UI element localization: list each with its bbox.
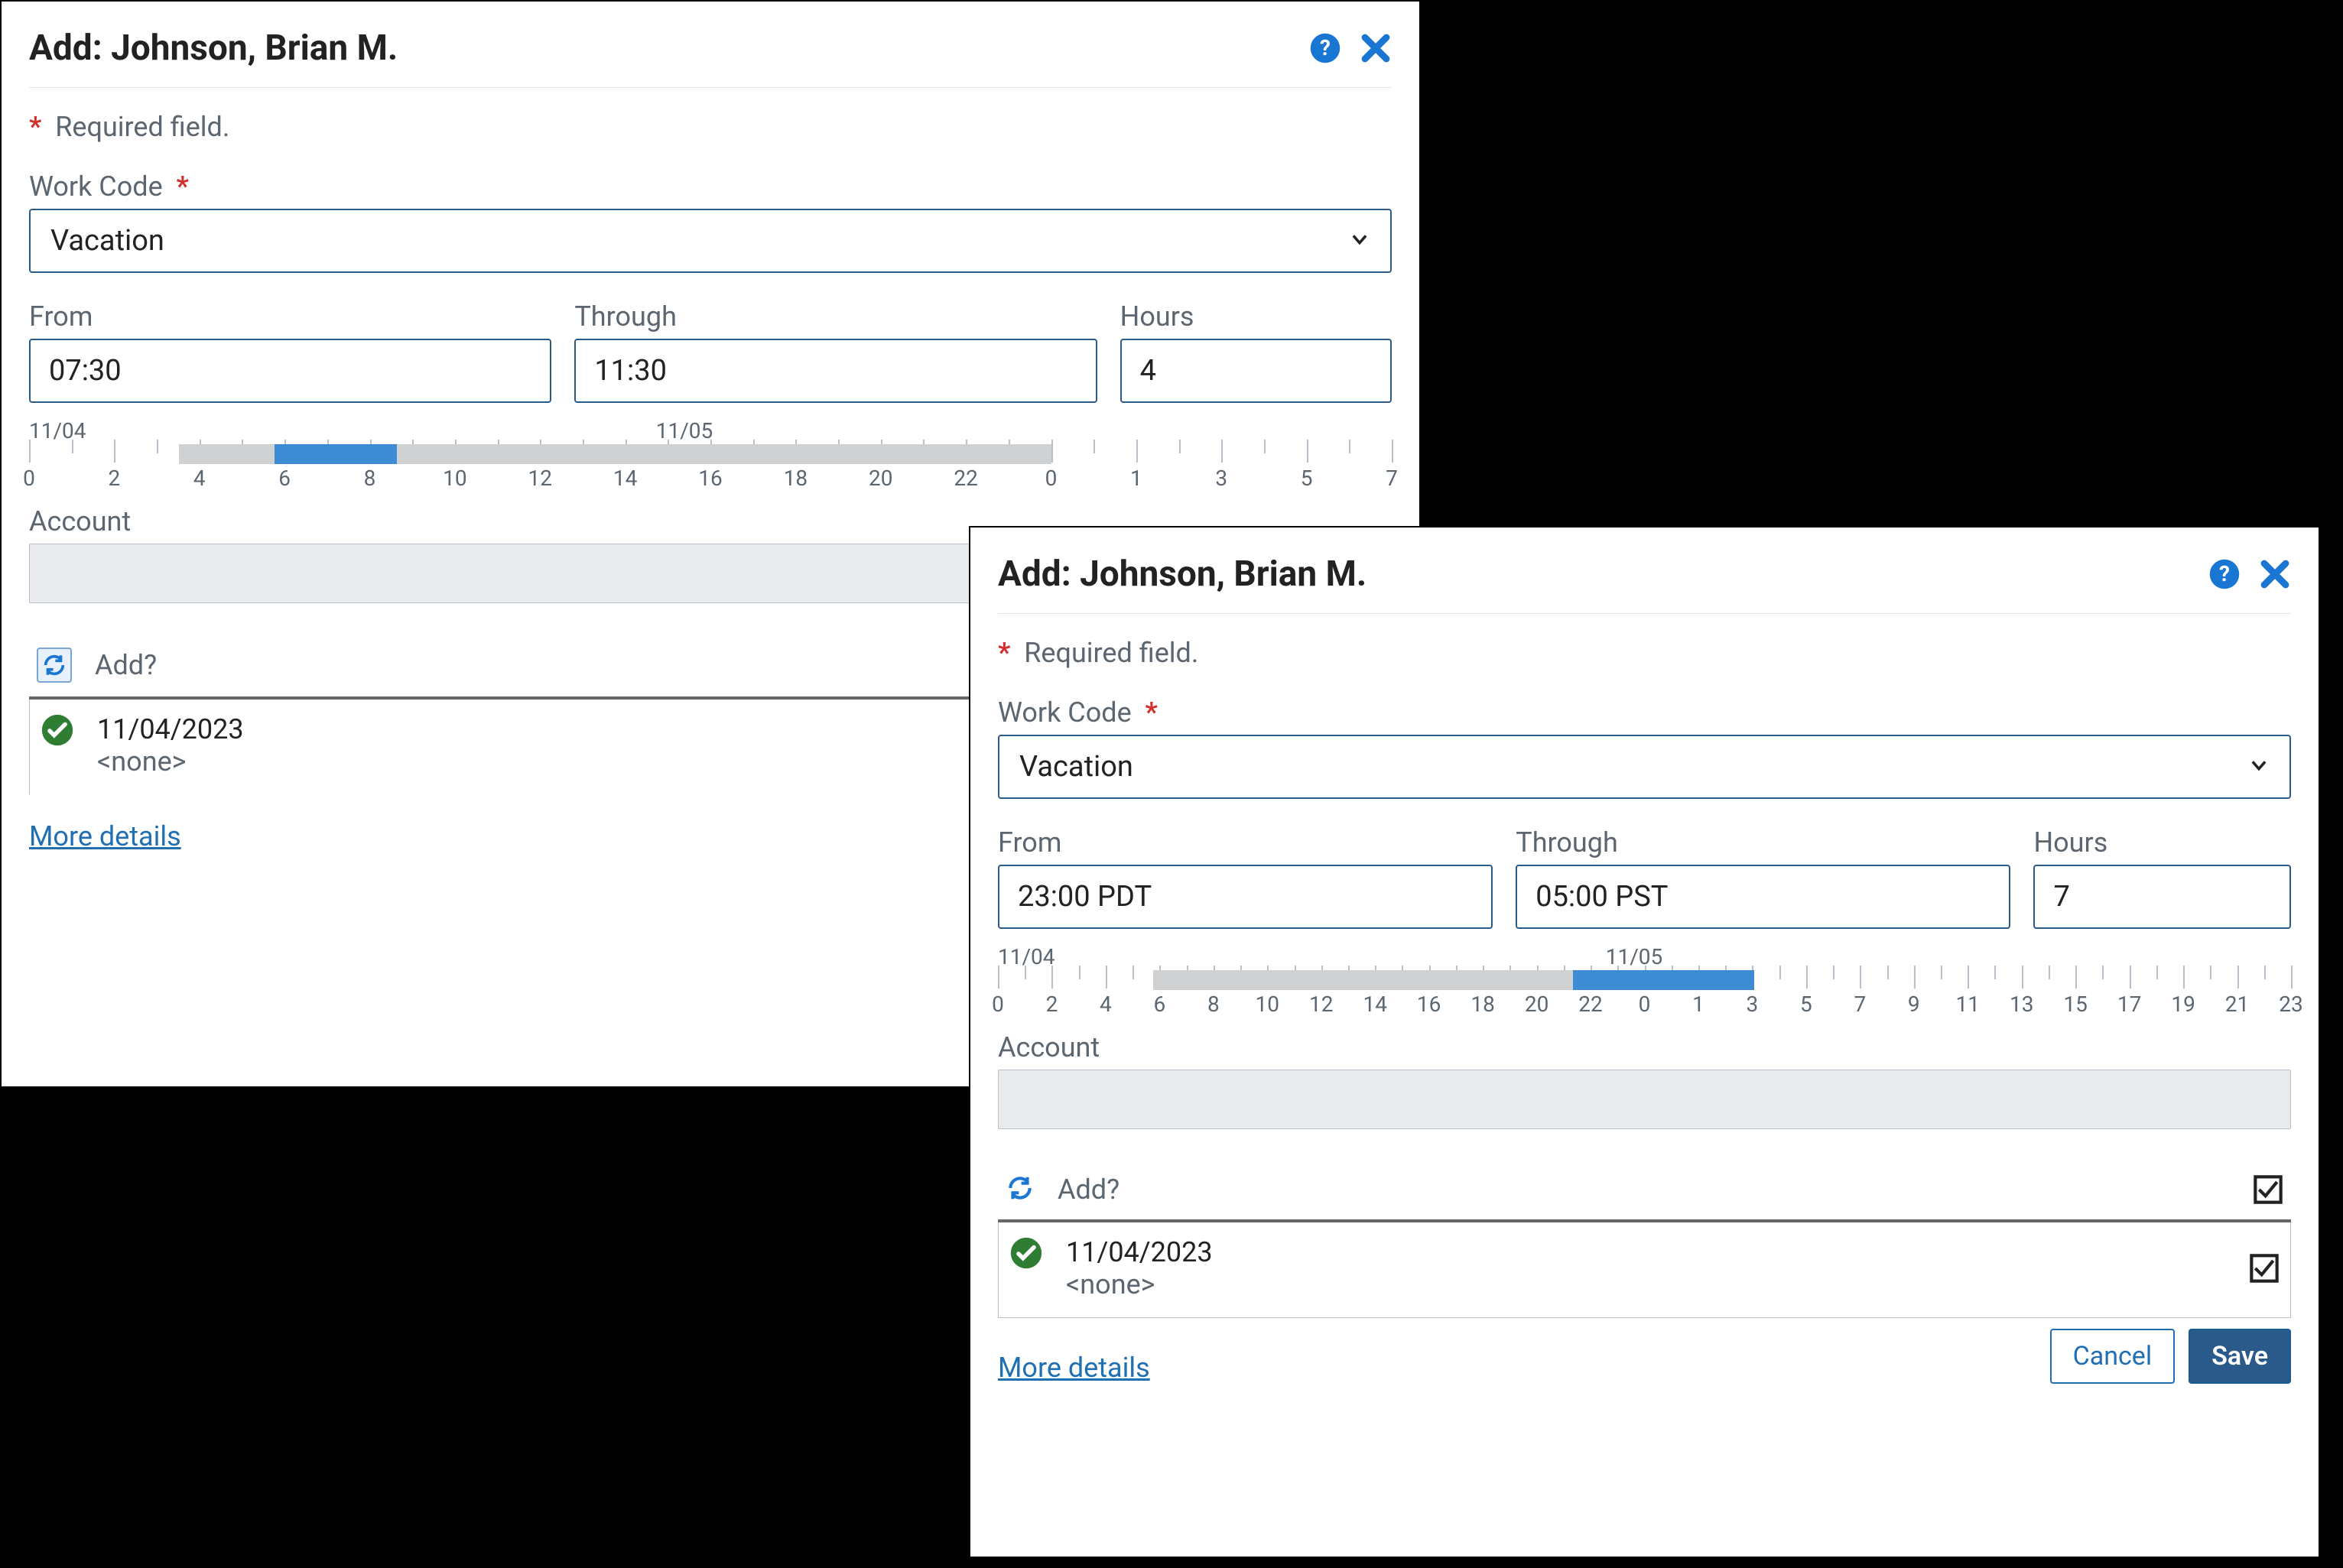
dialog-header: Add: Johnson, Brian M. ? bbox=[29, 20, 1392, 88]
select-all-checkbox[interactable] bbox=[2253, 1174, 2283, 1205]
chevron-down-icon bbox=[2248, 750, 2270, 784]
add-row-detail: <none> bbox=[97, 745, 244, 778]
from-input[interactable]: 07:30 bbox=[29, 339, 551, 403]
svg-text:?: ? bbox=[1320, 35, 1331, 60]
work-code-label: Work Code * bbox=[998, 696, 2291, 729]
through-input[interactable]: 11:30 bbox=[574, 339, 1097, 403]
work-code-value: Vacation bbox=[50, 224, 164, 258]
dialog-title: Add: Johnson, Brian M. bbox=[998, 554, 1366, 595]
work-code-select[interactable]: Vacation bbox=[998, 735, 2291, 799]
work-code-label: Work Code * bbox=[29, 170, 1392, 203]
add-row-date: 11/04/2023 bbox=[1066, 1236, 1213, 1268]
account-label: Account bbox=[998, 1031, 2291, 1063]
save-button[interactable]: Save bbox=[2189, 1329, 2291, 1384]
add-row-detail: <none> bbox=[1066, 1268, 1213, 1300]
required-note: * Required field. bbox=[29, 111, 1392, 143]
check-circle-icon bbox=[41, 713, 74, 750]
required-note: * Required field. bbox=[998, 637, 2291, 669]
refresh-icon[interactable] bbox=[1006, 1174, 1035, 1206]
dialog-title: Add: Johnson, Brian M. bbox=[29, 28, 398, 69]
close-icon[interactable] bbox=[1360, 32, 1392, 64]
help-icon[interactable]: ? bbox=[1309, 32, 1341, 64]
add-list-header-label: Add? bbox=[1058, 1174, 1120, 1206]
through-input[interactable]: 05:00 PST bbox=[1516, 865, 2010, 929]
hours-input[interactable]: 7 bbox=[2033, 865, 2291, 929]
work-code-select[interactable]: Vacation bbox=[29, 209, 1392, 273]
through-label: Through bbox=[574, 300, 1097, 333]
chevron-down-icon bbox=[1349, 224, 1370, 258]
through-label: Through bbox=[1516, 826, 2010, 859]
more-details-link[interactable]: More details bbox=[998, 1352, 1150, 1384]
from-label: From bbox=[998, 826, 1493, 859]
from-input[interactable]: 23:00 PDT bbox=[998, 865, 1493, 929]
svg-text:?: ? bbox=[2219, 561, 2230, 586]
close-icon[interactable] bbox=[2259, 558, 2291, 590]
hours-label: Hours bbox=[1120, 300, 1392, 333]
add-list-row: 11/04/2023 <none> bbox=[998, 1222, 2291, 1318]
add-row-date: 11/04/2023 bbox=[97, 713, 244, 745]
more-details-link[interactable]: More details bbox=[29, 820, 181, 852]
add-list-header-label: Add? bbox=[95, 649, 157, 681]
from-label: From bbox=[29, 300, 551, 333]
cancel-button[interactable]: Cancel bbox=[2050, 1329, 2176, 1384]
row-checkbox[interactable] bbox=[2249, 1253, 2280, 1284]
work-code-value: Vacation bbox=[1019, 750, 1133, 784]
add-list-header: Add? bbox=[998, 1160, 2291, 1222]
timeline[interactable]: 11/04 11/05 024681012141618202201357 bbox=[29, 418, 1392, 502]
dialog-add-b: Add: Johnson, Brian M. ? * Required fiel… bbox=[969, 526, 2320, 1558]
dialog-header: Add: Johnson, Brian M. ? bbox=[998, 546, 2291, 614]
refresh-icon[interactable] bbox=[37, 648, 72, 683]
hours-input[interactable]: 4 bbox=[1120, 339, 1392, 403]
help-icon[interactable]: ? bbox=[2208, 558, 2241, 590]
timeline[interactable]: 11/04 11/05 0246810121416182022013579111… bbox=[998, 944, 2291, 1028]
check-circle-icon bbox=[1009, 1236, 1043, 1273]
account-input[interactable] bbox=[998, 1070, 2291, 1129]
hours-label: Hours bbox=[2033, 826, 2291, 859]
